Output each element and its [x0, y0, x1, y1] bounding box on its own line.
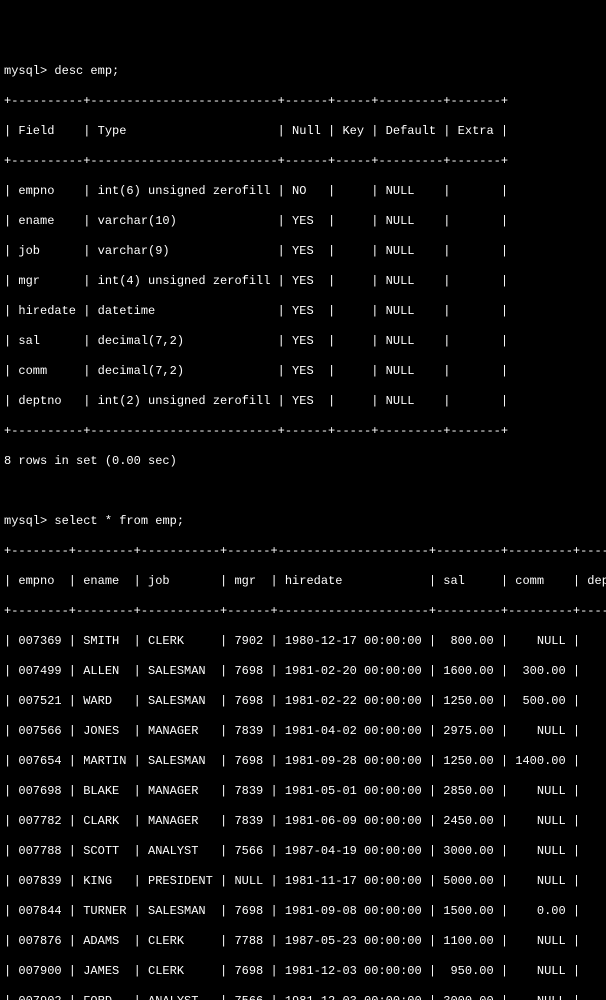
desc-sep-mid: +----------+--------------------------+-… — [4, 154, 602, 169]
prompt-line-1: mysql> desc emp; — [4, 64, 602, 79]
desc-row: | hiredate | datetime | YES | | NULL | | — [4, 304, 602, 319]
desc-row: | sal | decimal(7,2) | YES | | NULL | | — [4, 334, 602, 349]
select-row: | 007782 | CLARK | MANAGER | 7839 | 1981… — [4, 814, 602, 829]
select-sep-mid: +--------+--------+-----------+------+--… — [4, 604, 602, 619]
select-header: | empno | ename | job | mgr | hiredate |… — [4, 574, 602, 589]
select-row: | 007902 | FORD | ANALYST | 7566 | 1981-… — [4, 994, 602, 1000]
select-row: | 007788 | SCOTT | ANALYST | 7566 | 1987… — [4, 844, 602, 859]
select-sep-top: +--------+--------+-----------+------+--… — [4, 544, 602, 559]
desc-row: | deptno | int(2) unsigned zerofill | YE… — [4, 394, 602, 409]
select-row: | 007499 | ALLEN | SALESMAN | 7698 | 198… — [4, 664, 602, 679]
select-row: | 007369 | SMITH | CLERK | 7902 | 1980-1… — [4, 634, 602, 649]
mysql-prompt: mysql> — [4, 64, 47, 78]
select-row: | 007876 | ADAMS | CLERK | 7788 | 1987-0… — [4, 934, 602, 949]
blank — [4, 484, 602, 499]
desc-row: | mgr | int(4) unsigned zerofill | YES |… — [4, 274, 602, 289]
select-row: | 007839 | KING | PRESIDENT | NULL | 198… — [4, 874, 602, 889]
select-row: | 007698 | BLAKE | MANAGER | 7839 | 1981… — [4, 784, 602, 799]
desc-row: | job | varchar(9) | YES | | NULL | | — [4, 244, 602, 259]
prompt-line-2: mysql> select * from emp; — [4, 514, 602, 529]
select-row: | 007654 | MARTIN | SALESMAN | 7698 | 19… — [4, 754, 602, 769]
select-row: | 007566 | JONES | MANAGER | 7839 | 1981… — [4, 724, 602, 739]
select-row: | 007844 | TURNER | SALESMAN | 7698 | 19… — [4, 904, 602, 919]
select-row: | 007521 | WARD | SALESMAN | 7698 | 1981… — [4, 694, 602, 709]
desc-row: | comm | decimal(7,2) | YES | | NULL | | — [4, 364, 602, 379]
mysql-prompt: mysql> — [4, 514, 47, 528]
desc-footer: 8 rows in set (0.00 sec) — [4, 454, 602, 469]
select-row: | 007900 | JAMES | CLERK | 7698 | 1981-1… — [4, 964, 602, 979]
desc-row: | empno | int(6) unsigned zerofill | NO … — [4, 184, 602, 199]
desc-sep-top: +----------+--------------------------+-… — [4, 94, 602, 109]
command-desc: desc emp; — [54, 64, 119, 78]
desc-row: | ename | varchar(10) | YES | | NULL | | — [4, 214, 602, 229]
command-select: select * from emp; — [54, 514, 184, 528]
desc-header: | Field | Type | Null | Key | Default | … — [4, 124, 602, 139]
desc-sep-bot: +----------+--------------------------+-… — [4, 424, 602, 439]
